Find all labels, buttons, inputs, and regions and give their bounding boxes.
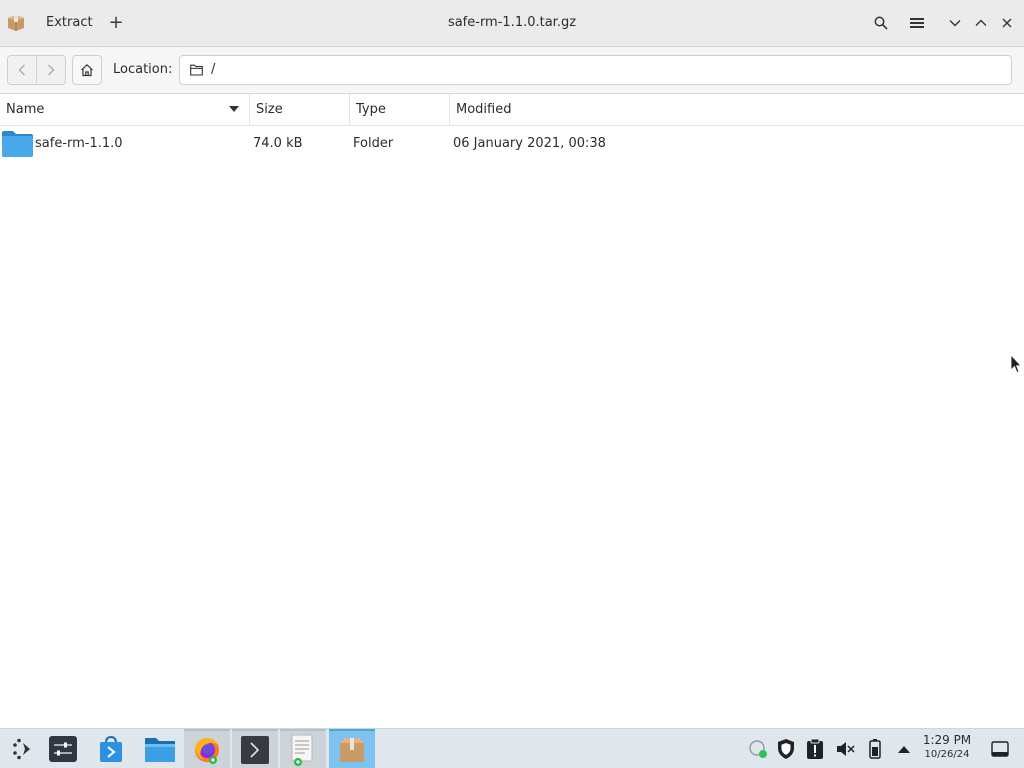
chevron-down-icon: [949, 20, 961, 27]
column-headers: Name Size Type Modified: [0, 94, 1024, 126]
column-header-size[interactable]: Size: [250, 94, 350, 125]
show-desktop-button[interactable]: [986, 729, 1014, 768]
terminal-icon: [241, 736, 269, 764]
column-modified-label: Modified: [456, 102, 512, 117]
tray-battery[interactable]: [862, 729, 888, 768]
battery-icon: [869, 739, 881, 759]
taskbar-archive-manager[interactable]: [329, 729, 375, 768]
home-icon: [81, 63, 93, 77]
network-icon: [749, 740, 767, 758]
forward-button[interactable]: [36, 56, 65, 84]
mouse-pointer-icon: [1010, 354, 1022, 374]
taskbar-text-editor[interactable]: [280, 729, 326, 768]
back-button[interactable]: [8, 56, 36, 84]
location-toolbar: Location: /: [0, 47, 1024, 94]
file-type: Folder: [353, 136, 394, 151]
tray-security[interactable]: [773, 729, 799, 768]
folder-icon: [145, 738, 175, 762]
tray-clipboard[interactable]: [802, 729, 828, 768]
volume-muted-icon: [837, 742, 855, 756]
folder-icon: [190, 64, 203, 76]
location-path: /: [211, 62, 216, 77]
tray-volume[interactable]: [832, 729, 858, 768]
clock-date: 10/26/24: [924, 749, 970, 760]
column-type-label: Type: [356, 102, 386, 117]
file-name: safe-rm-1.1.0: [35, 136, 123, 151]
close-icon: [1002, 18, 1012, 28]
taskbar-software-store[interactable]: [88, 729, 134, 768]
plus-icon: +: [108, 12, 124, 33]
taskbar-clock[interactable]: 1:29 PM 10/26/24: [918, 733, 976, 767]
notification-panel-icon: [991, 741, 1009, 757]
store-bag-icon: [100, 735, 122, 762]
column-header-type[interactable]: Type: [350, 94, 450, 125]
taskbar: 1:29 PM 10/26/24: [0, 728, 1024, 768]
chevron-right-icon: [48, 64, 55, 76]
file-size: 74.0 kB: [253, 136, 303, 151]
home-button[interactable]: [72, 55, 102, 85]
column-size-label: Size: [256, 102, 283, 117]
search-icon: [874, 16, 888, 30]
main-menu-button[interactable]: [904, 9, 930, 37]
column-header-name[interactable]: Name: [0, 94, 250, 125]
history-nav: [7, 55, 66, 85]
sort-descending-icon: [229, 106, 239, 112]
close-button[interactable]: [994, 9, 1020, 37]
column-header-modified[interactable]: Modified: [450, 94, 1024, 125]
hamburger-menu-icon: [910, 18, 924, 28]
settings-sliders-icon: [49, 736, 77, 762]
location-label: Location:: [113, 62, 173, 77]
extract-button[interactable]: Extract: [36, 8, 103, 38]
launcher-icon: [13, 738, 30, 760]
clipboard-icon: [807, 738, 823, 759]
firefox-icon: [195, 738, 219, 764]
file-list: safe-rm-1.1.0 74.0 kB Folder 06 January …: [0, 126, 1024, 728]
tray-expand-button[interactable]: [892, 729, 916, 768]
tray-network[interactable]: [744, 729, 772, 768]
folder-icon: [2, 131, 33, 157]
taskbar-settings-app[interactable]: [40, 729, 86, 768]
taskbar-terminal[interactable]: [232, 729, 278, 768]
chevron-up-icon: [975, 19, 987, 26]
clock-time: 1:29 PM: [922, 733, 972, 747]
minimize-button[interactable]: [942, 9, 968, 37]
chevron-up-icon: [898, 745, 910, 753]
chevron-left-icon: [18, 64, 26, 76]
search-button[interactable]: [868, 9, 894, 37]
package-icon: [6, 12, 26, 32]
maximize-button[interactable]: [968, 9, 994, 37]
window-title: safe-rm-1.1.0.tar.gz: [447, 15, 577, 30]
file-modified: 06 January 2021, 00:38: [453, 136, 606, 151]
header-bar: Extract + safe-rm-1.1.0.tar.gz: [0, 0, 1024, 47]
location-field[interactable]: /: [179, 55, 1012, 85]
text-editor-icon: [291, 734, 313, 766]
package-icon: [340, 738, 364, 762]
shield-icon: [778, 739, 794, 759]
column-name-label: Name: [6, 102, 45, 117]
table-row[interactable]: safe-rm-1.1.0 74.0 kB Folder 06 January …: [0, 128, 1024, 160]
taskbar-firefox[interactable]: [184, 729, 230, 768]
taskbar-file-manager[interactable]: [137, 729, 183, 768]
add-files-button[interactable]: +: [103, 8, 129, 38]
